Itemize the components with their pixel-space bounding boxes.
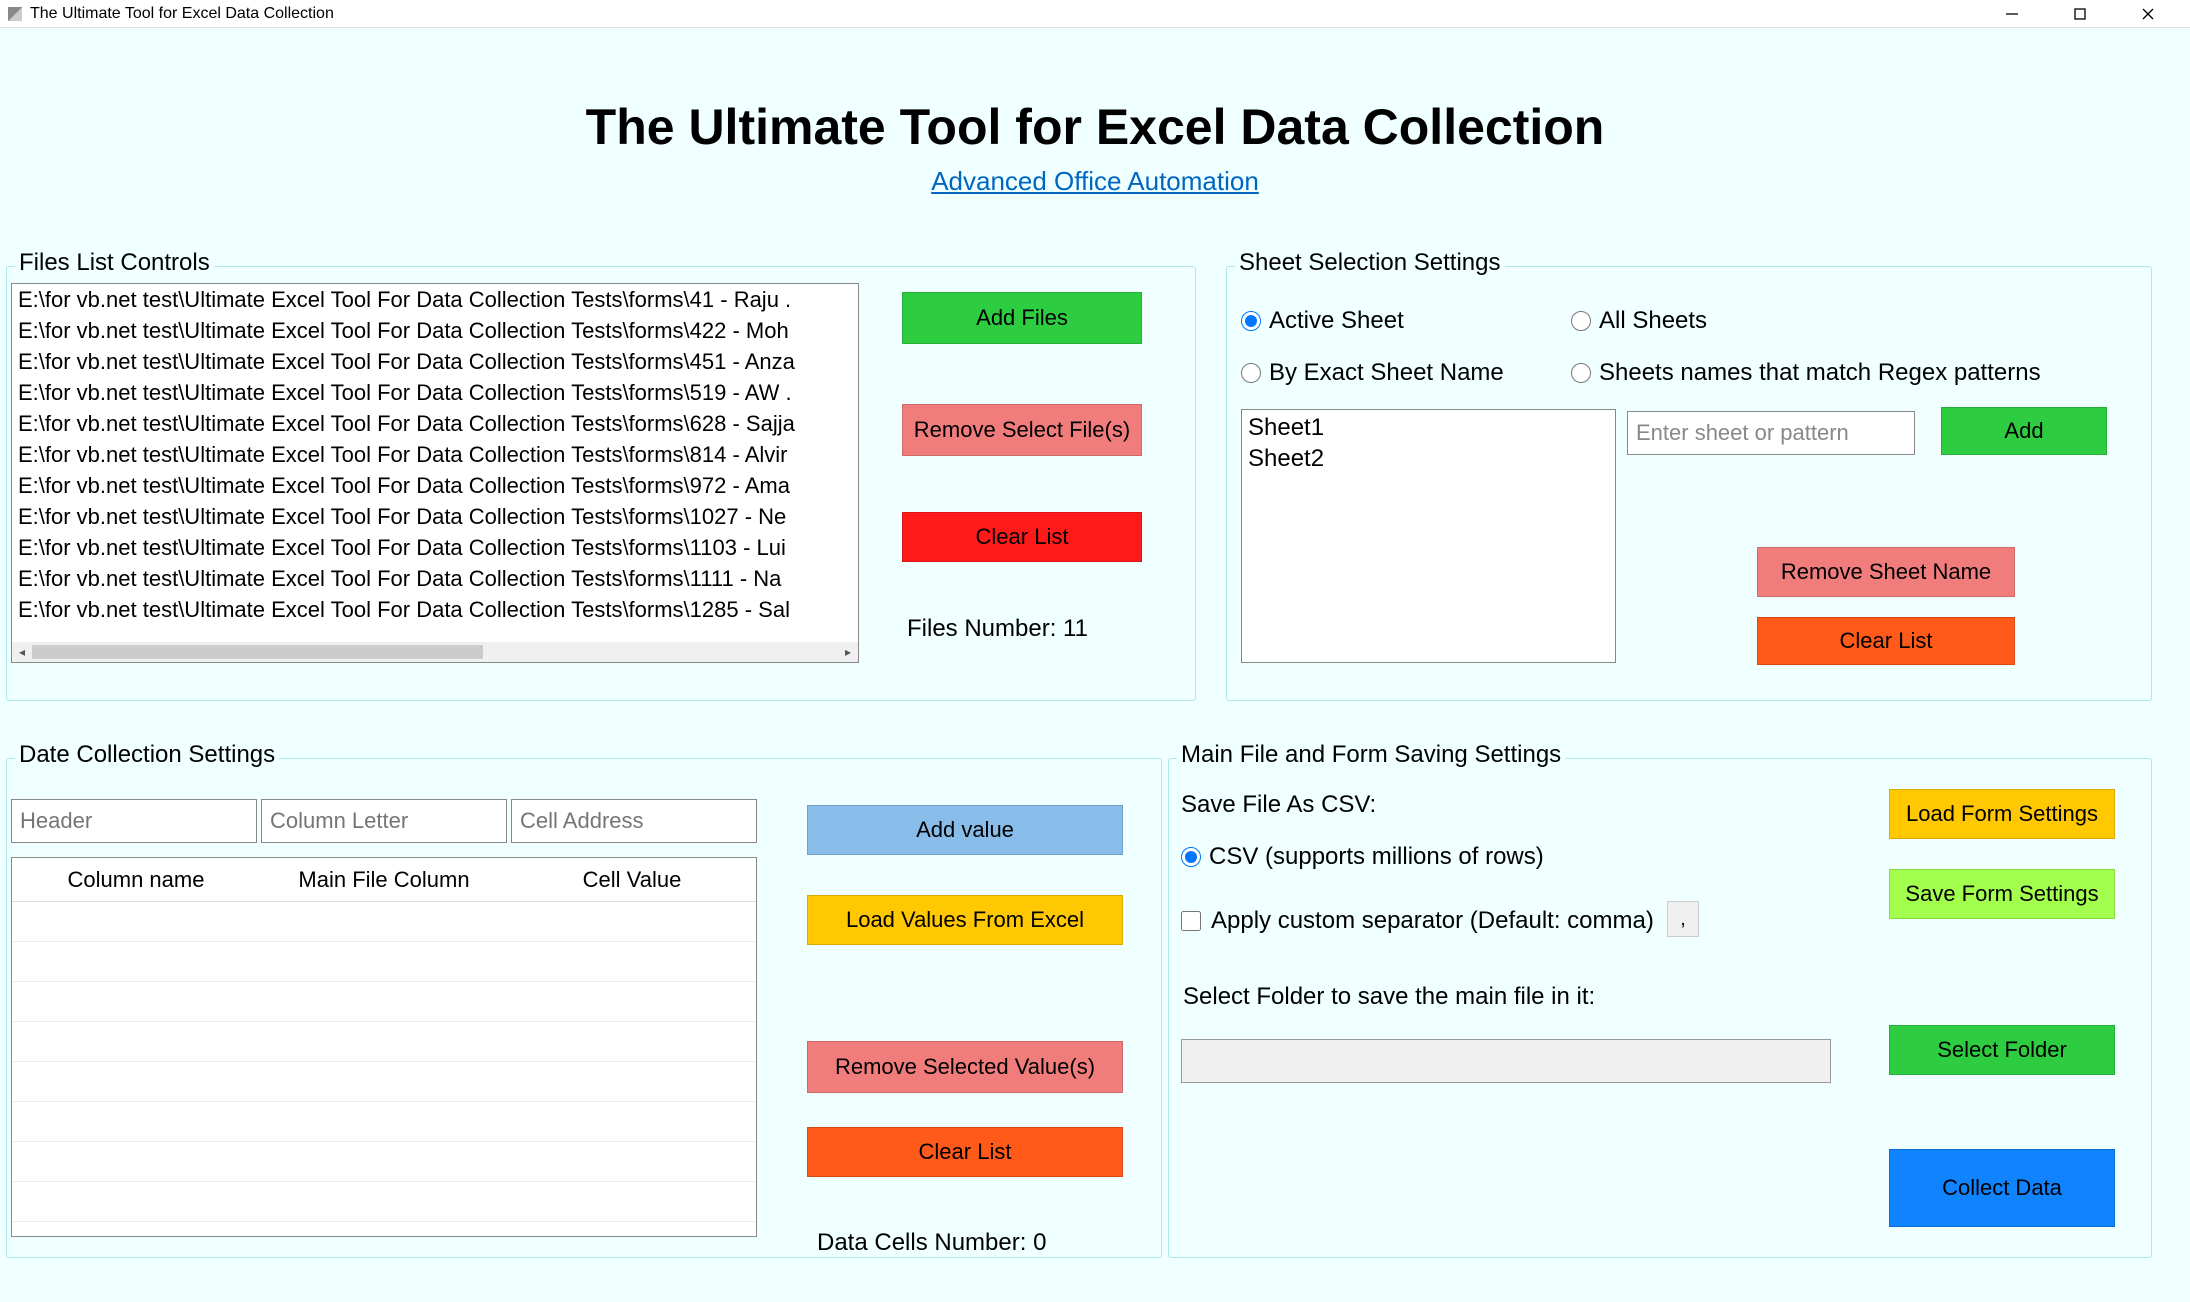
select-folder-button[interactable]: Select Folder xyxy=(1889,1025,2115,1075)
file-list-item[interactable]: E:\for vb.net test\Ultimate Excel Tool F… xyxy=(12,532,858,563)
add-sheet-button[interactable]: Add xyxy=(1941,407,2107,455)
th-cell-value: Cell Value xyxy=(508,867,756,893)
collect-data-button[interactable]: Collect Data xyxy=(1889,1149,2115,1227)
file-list-item[interactable]: E:\for vb.net test\Ultimate Excel Tool F… xyxy=(12,408,858,439)
table-row xyxy=(12,942,756,982)
table-row xyxy=(12,982,756,1022)
remove-files-button[interactable]: Remove Select File(s) xyxy=(902,404,1142,456)
sheet-list-item[interactable]: Sheet1 xyxy=(1248,412,1609,443)
th-column-name: Column name xyxy=(12,867,260,893)
th-main-file-column: Main File Column xyxy=(260,867,508,893)
sheet-pattern-input[interactable] xyxy=(1627,411,1915,455)
clear-sheets-button[interactable]: Clear List xyxy=(1757,617,2015,665)
maximize-button[interactable] xyxy=(2046,0,2114,28)
radio-regex-label: Sheets names that match Regex patterns xyxy=(1599,359,2041,387)
file-list-item[interactable]: E:\for vb.net test\Ultimate Excel Tool F… xyxy=(12,284,858,315)
radio-exact-name-label: By Exact Sheet Name xyxy=(1269,359,1504,387)
custom-separator-label: Apply custom separator (Default: comma) xyxy=(1211,907,1654,935)
table-row xyxy=(12,1182,756,1222)
table-row xyxy=(12,1022,756,1062)
file-list-item[interactable]: E:\for vb.net test\Ultimate Excel Tool F… xyxy=(12,470,858,501)
add-value-button[interactable]: Add value xyxy=(807,805,1123,855)
file-list-item[interactable]: E:\for vb.net test\Ultimate Excel Tool F… xyxy=(12,439,858,470)
files-list-legend: Files List Controls xyxy=(15,249,214,277)
header-input[interactable] xyxy=(11,799,257,843)
data-collection-group: Date Collection Settings Column name Mai… xyxy=(6,758,1162,1258)
close-button[interactable] xyxy=(2114,0,2182,28)
window-title: The Ultimate Tool for Excel Data Collect… xyxy=(30,5,1978,23)
custom-separator-checkbox[interactable]: Apply custom separator (Default: comma) xyxy=(1181,907,1654,935)
radio-regex[interactable]: Sheets names that match Regex patterns xyxy=(1571,359,2041,387)
data-cells-count-label: Data Cells Number: 0 xyxy=(817,1229,1046,1257)
table-row xyxy=(12,1102,756,1142)
folder-path-input[interactable] xyxy=(1181,1039,1831,1083)
file-list-item[interactable]: E:\for vb.net test\Ultimate Excel Tool F… xyxy=(12,315,858,346)
app-icon xyxy=(8,7,22,21)
radio-active-sheet-label: Active Sheet xyxy=(1269,307,1404,335)
main-file-group: Main File and Form Saving Settings Save … xyxy=(1168,758,2152,1258)
scroll-right-icon[interactable]: ▸ xyxy=(838,642,858,662)
remove-sheet-button[interactable]: Remove Sheet Name xyxy=(1757,547,2015,597)
scroll-left-icon[interactable]: ◂ xyxy=(12,642,32,662)
table-row xyxy=(12,1142,756,1182)
file-list-item[interactable]: E:\for vb.net test\Ultimate Excel Tool F… xyxy=(12,346,858,377)
radio-csv[interactable]: CSV (supports millions of rows) xyxy=(1181,843,1544,871)
sheet-list-item[interactable]: Sheet2 xyxy=(1248,443,1609,474)
radio-all-sheets[interactable]: All Sheets xyxy=(1571,307,1707,335)
save-form-settings-button[interactable]: Save Form Settings xyxy=(1889,869,2115,919)
advanced-automation-link[interactable]: Advanced Office Automation xyxy=(931,166,1259,197)
files-list-hscrollbar[interactable]: ◂ ▸ xyxy=(12,642,858,662)
file-list-item[interactable]: E:\for vb.net test\Ultimate Excel Tool F… xyxy=(12,563,858,594)
load-form-settings-button[interactable]: Load Form Settings xyxy=(1889,789,2115,839)
clear-files-button[interactable]: Clear List xyxy=(902,512,1142,562)
load-values-from-excel-button[interactable]: Load Values From Excel xyxy=(807,895,1123,945)
radio-exact-name[interactable]: By Exact Sheet Name xyxy=(1241,359,1504,387)
radio-csv-label: CSV (supports millions of rows) xyxy=(1209,843,1544,871)
cells-table[interactable]: Column name Main File Column Cell Value xyxy=(11,857,757,1237)
table-row xyxy=(12,1062,756,1102)
select-folder-label: Select Folder to save the main file in i… xyxy=(1183,983,1595,1011)
page-header: The Ultimate Tool for Excel Data Collect… xyxy=(0,28,2190,197)
separator-input[interactable] xyxy=(1667,901,1699,937)
sheet-selection-legend: Sheet Selection Settings xyxy=(1235,249,1505,277)
files-list-group: Files List Controls E:\for vb.net test\U… xyxy=(6,266,1196,701)
scroll-thumb[interactable] xyxy=(32,645,483,659)
cell-address-input[interactable] xyxy=(511,799,757,843)
file-list-item[interactable]: E:\for vb.net test\Ultimate Excel Tool F… xyxy=(12,501,858,532)
file-list-item[interactable]: E:\for vb.net test\Ultimate Excel Tool F… xyxy=(12,377,858,408)
file-list-item[interactable]: E:\for vb.net test\Ultimate Excel Tool F… xyxy=(12,594,858,625)
data-collection-legend: Date Collection Settings xyxy=(15,741,279,769)
remove-selected-values-button[interactable]: Remove Selected Value(s) xyxy=(807,1041,1123,1093)
table-row xyxy=(12,902,756,942)
main-file-legend: Main File and Form Saving Settings xyxy=(1177,741,1565,769)
radio-active-sheet[interactable]: Active Sheet xyxy=(1241,307,1404,335)
cells-table-header: Column name Main File Column Cell Value xyxy=(12,858,756,902)
radio-all-sheets-label: All Sheets xyxy=(1599,307,1707,335)
clear-values-button[interactable]: Clear List xyxy=(807,1127,1123,1177)
minimize-button[interactable] xyxy=(1978,0,2046,28)
sheet-selection-group: Sheet Selection Settings Active Sheet Al… xyxy=(1226,266,2152,701)
column-letter-input[interactable] xyxy=(261,799,507,843)
add-files-button[interactable]: Add Files xyxy=(902,292,1142,344)
page-title: The Ultimate Tool for Excel Data Collect… xyxy=(0,98,2190,156)
files-listbox[interactable]: E:\for vb.net test\Ultimate Excel Tool F… xyxy=(11,283,859,663)
save-csv-label: Save File As CSV: xyxy=(1181,791,1376,819)
files-count-label: Files Number: 11 xyxy=(907,615,1088,643)
sheets-listbox[interactable]: Sheet1Sheet2 xyxy=(1241,409,1616,663)
window-titlebar: The Ultimate Tool for Excel Data Collect… xyxy=(0,0,2190,28)
